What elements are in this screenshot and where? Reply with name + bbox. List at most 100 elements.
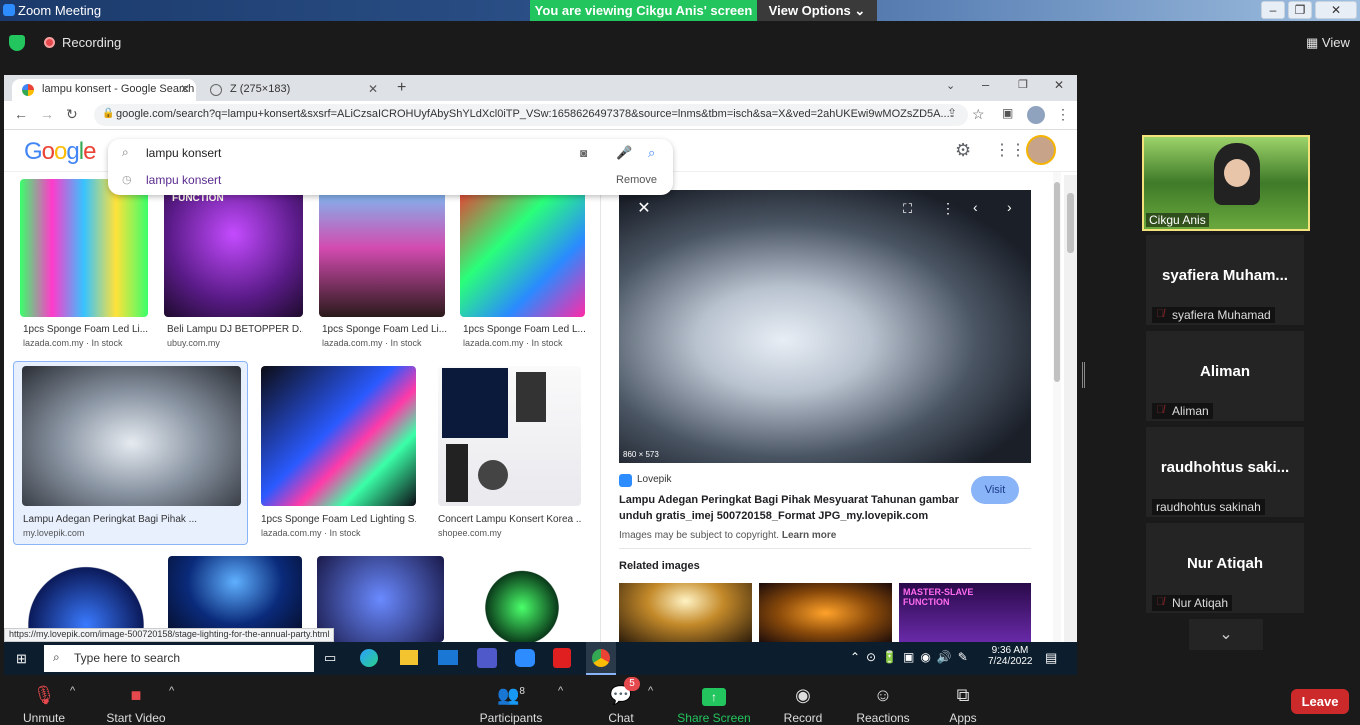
search-submit-icon[interactable]: ⌕ xyxy=(648,145,655,161)
chat-caret-icon[interactable]: ^ xyxy=(648,685,653,697)
next-image-icon[interactable]: › xyxy=(1007,199,1012,215)
prev-image-icon[interactable]: ‹ xyxy=(973,199,978,215)
participant-tile[interactable]: Aliman 🎙̸ Aliman xyxy=(1146,331,1304,421)
result-thumb[interactable] xyxy=(20,179,148,317)
result-caption[interactable]: 1pcs Sponge Foam Led Lighting S... xyxy=(261,514,416,525)
close-tab-icon[interactable]: ✕ xyxy=(368,82,378,96)
restore-button[interactable]: ❐ xyxy=(1288,1,1312,19)
camera-icon[interactable]: ◙ xyxy=(580,146,587,160)
reload-icon[interactable]: ↻ xyxy=(66,106,78,123)
splitter-handle[interactable] xyxy=(1082,362,1085,388)
notifications-icon[interactable]: ▤ xyxy=(1045,650,1057,666)
address-bar[interactable]: 🔒 google.com/search?q=lampu+konsert&sxsr… xyxy=(94,104,968,126)
participant-tile[interactable]: Nur Atiqah 🎙̸ Nur Atiqah xyxy=(1146,523,1304,613)
teams-icon[interactable] xyxy=(477,648,497,668)
forward-icon[interactable]: → xyxy=(40,106,54,122)
panel-scrollbar[interactable] xyxy=(1053,172,1061,642)
preview-title[interactable]: Lampu Adegan Peringkat Bagi Pihak Mesyua… xyxy=(619,492,964,524)
edge-icon[interactable] xyxy=(360,649,378,667)
new-tab-icon[interactable]: + xyxy=(397,79,406,97)
suggestion-item[interactable]: lampu konsert xyxy=(146,173,221,187)
participants-caret-icon[interactable]: ^ xyxy=(558,685,563,697)
apps-button[interactable]: ⧉ Apps xyxy=(923,685,1003,725)
related-thumb[interactable] xyxy=(619,583,752,643)
tab-google-search[interactable]: lampu konsert - Google Search ✕ xyxy=(12,79,196,101)
video-tile-cikgu-anis[interactable]: Cikgu Anis xyxy=(1142,135,1310,231)
settings-gear-icon[interactable]: ⚙ xyxy=(955,140,971,161)
search-input[interactable]: lampu konsert xyxy=(146,146,221,160)
profile-avatar[interactable] xyxy=(1027,106,1045,124)
side-panel-icon[interactable]: ▣ xyxy=(1002,106,1013,120)
result-thumb[interactable] xyxy=(460,556,584,642)
apps-grid-icon[interactable]: ⋮⋮ xyxy=(994,140,1026,160)
clock[interactable]: 9:36 AM 7/24/2022 xyxy=(988,645,1033,667)
close-preview-icon[interactable]: ✕ xyxy=(633,198,655,220)
browser-minimize-icon[interactable]: – xyxy=(982,77,989,92)
tab-image[interactable]: Z (275×183) ✕ xyxy=(200,79,384,101)
result-caption[interactable]: 1pcs Sponge Foam Led L... xyxy=(463,324,587,335)
scrollbar-thumb[interactable] xyxy=(1067,193,1074,253)
file-explorer-icon[interactable] xyxy=(400,650,418,665)
system-tray-icons[interactable]: ⌃⊙🔋▣◉🔊✎ xyxy=(850,650,974,664)
search-box[interactable]: ⌕ lampu konsert ◙ 🎤 ⌕ ◷ lampu konsert Re… xyxy=(108,139,673,195)
page-scrollbar[interactable] xyxy=(1064,175,1077,675)
result-caption[interactable]: Concert Lampu Konsert Korea ... xyxy=(438,514,581,525)
result-caption[interactable]: Beli Lampu DJ BETOPPER D... xyxy=(167,324,303,335)
windows-start-icon[interactable]: ⊞ xyxy=(16,651,27,667)
result-thumb[interactable] xyxy=(319,179,445,317)
kebab-menu-icon[interactable]: ⋮ xyxy=(1056,106,1070,123)
minimize-button[interactable]: – xyxy=(1261,1,1285,19)
more-options-icon[interactable]: ⋮ xyxy=(941,200,955,217)
participant-tile[interactable]: syafiera Muham... 🎙̸ syafiera Muhamad xyxy=(1146,235,1304,325)
google-account-avatar[interactable] xyxy=(1026,135,1056,165)
back-icon[interactable]: ← xyxy=(14,106,28,122)
visit-button[interactable]: Visit xyxy=(971,476,1019,504)
preview-image[interactable]: ✕ ⛶ ⋮ ‹ › 860 × 573 xyxy=(619,190,1031,463)
leave-button[interactable]: Leave xyxy=(1291,689,1349,714)
panel-scrollbar-thumb[interactable] xyxy=(1054,182,1060,382)
acrobat-icon[interactable] xyxy=(553,648,571,668)
audio-options-caret-icon[interactable]: ^ xyxy=(70,685,75,697)
taskbar-search[interactable]: ⌕ Type here to search xyxy=(44,645,314,672)
result-thumb[interactable] xyxy=(317,556,444,642)
result-caption[interactable]: Lampu Adegan Peringkat Bagi Pihak ... xyxy=(23,514,223,525)
share-icon[interactable]: ⇪ xyxy=(947,106,957,120)
start-video-button[interactable]: ■ Start Video xyxy=(96,685,176,725)
scroll-down-button[interactable]: ⌄ xyxy=(1189,619,1263,650)
close-window-button[interactable]: ✕ xyxy=(1315,1,1357,19)
shield-icon[interactable] xyxy=(9,35,25,51)
record-button[interactable]: ◉ Record xyxy=(763,685,843,725)
task-view-icon[interactable]: ▭ xyxy=(324,650,336,666)
source-site[interactable]: Lovepik xyxy=(637,474,671,485)
star-icon[interactable]: ☆ xyxy=(972,106,985,123)
participant-tile[interactable]: raudhohtus saki... raudhohtus sakinah xyxy=(1146,427,1304,517)
search-icon: ⌕ xyxy=(53,650,60,664)
result-thumb[interactable] xyxy=(460,179,585,317)
reactions-button[interactable]: ☺ Reactions xyxy=(843,685,923,725)
result-thumb[interactable]: FUNCTION xyxy=(164,179,303,317)
participants-button[interactable]: 👥8 Participants xyxy=(471,685,551,725)
zoom-taskbar-icon[interactable] xyxy=(515,649,535,667)
result-thumb[interactable] xyxy=(261,366,416,506)
chrome-taskbar-button[interactable] xyxy=(586,642,616,675)
learn-more-link[interactable]: Learn more xyxy=(782,530,836,541)
result-caption[interactable]: 1pcs Sponge Foam Led Li... xyxy=(23,324,153,335)
close-tab-icon[interactable]: ✕ xyxy=(180,82,190,96)
mail-icon[interactable] xyxy=(438,650,458,665)
tab-search-icon[interactable]: ⌄ xyxy=(946,79,955,92)
view-options-button[interactable]: View Options ⌄ xyxy=(757,0,877,21)
result-thumb[interactable] xyxy=(22,366,241,506)
related-thumb[interactable] xyxy=(759,583,892,643)
result-caption[interactable]: 1pcs Sponge Foam Led Li... xyxy=(322,324,448,335)
mic-icon[interactable]: 🎤 xyxy=(616,145,632,161)
related-thumb[interactable]: MASTER-SLAVE FUNCTION xyxy=(899,583,1031,643)
share-screen-button[interactable]: ↑ Share Screen xyxy=(674,685,754,725)
video-options-caret-icon[interactable]: ^ xyxy=(169,685,174,697)
browser-close-icon[interactable]: ✕ xyxy=(1054,78,1064,92)
remove-suggestion-link[interactable]: Remove xyxy=(616,174,657,186)
view-button[interactable]: ▦ View xyxy=(1306,35,1350,51)
lens-icon[interactable]: ⛶ xyxy=(903,201,912,217)
google-logo[interactable]: Google xyxy=(24,138,96,166)
result-thumb[interactable] xyxy=(438,366,581,506)
browser-restore-icon[interactable]: ❐ xyxy=(1018,78,1028,91)
